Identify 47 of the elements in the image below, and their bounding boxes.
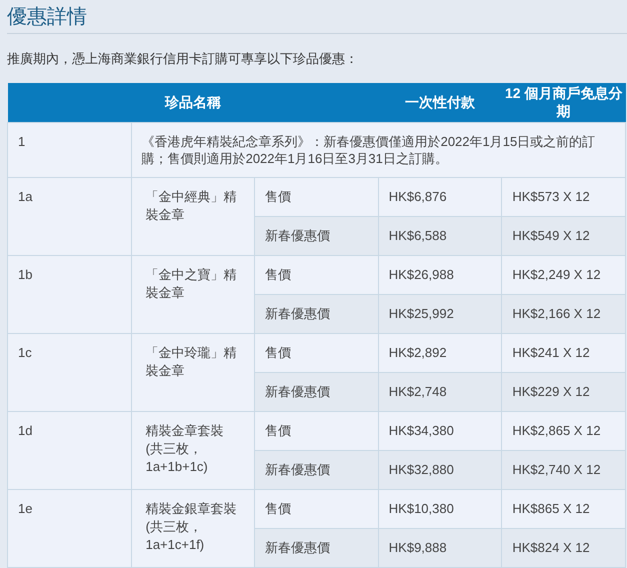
column-header: 一次性付款 <box>378 83 502 122</box>
section-title: 優惠詳情 <box>7 5 88 29</box>
intro-text: 推廣期內，憑上海商業銀行信用卡訂購可專享以下珍品優惠： <box>7 50 359 68</box>
table-cell: 1 <box>8 122 132 178</box>
table-cell: 1b <box>8 256 132 334</box>
table-cell: HK$2,166 X 12 <box>502 294 626 334</box>
table-cell: 售價 <box>254 334 378 372</box>
table-cell: HK$6,588 <box>378 216 502 256</box>
table-cell: 精裝金銀章套裝 (共三枚， 1a+1c+1f) <box>131 490 255 568</box>
table-cell: HK$26,988 <box>378 256 502 294</box>
table-cell: 1d <box>8 412 132 490</box>
table-cell: HK$2,249 X 12 <box>502 256 626 294</box>
table-cell: HK$865 X 12 <box>502 490 626 528</box>
table-cell: 新春優惠價 <box>254 372 378 412</box>
table-cell: HK$6,876 <box>378 178 502 216</box>
table-cell: 售價 <box>254 490 378 528</box>
table-cell: HK$549 X 12 <box>502 216 626 256</box>
table-cell: 新春優惠價 <box>254 294 378 334</box>
table-cell: 新春優惠價 <box>254 216 378 256</box>
table-cell: 售價 <box>254 256 378 294</box>
table-cell: 「金中經典」精裝金章 <box>131 178 255 256</box>
column-header: 珍品名稱 <box>8 83 378 122</box>
table-cell: 新春優惠價 <box>254 450 378 490</box>
table-cell: 新春優惠價 <box>254 528 378 568</box>
table-cell: HK$32,880 <box>378 450 502 490</box>
table-cell: 「金中之寶」精裝金章 <box>131 256 255 334</box>
table-cell: HK$573 X 12 <box>502 178 626 216</box>
table-cell: HK$2,748 <box>378 372 502 412</box>
column-header: 12 個月商戶免息分期 <box>502 83 626 122</box>
table-cell: 1a <box>8 178 132 256</box>
table-cell: 1c <box>8 334 132 412</box>
table-cell: HK$25,992 <box>378 294 502 334</box>
table-cell: HK$824 X 12 <box>502 528 626 568</box>
table-cell: HK$229 X 12 <box>502 372 626 412</box>
table-cell: HK$2,865 X 12 <box>502 412 626 450</box>
table-cell: 售價 <box>254 178 378 216</box>
table-cell: 售價 <box>254 412 378 450</box>
table-cell: 「金中玲瓏」精裝金章 <box>131 334 255 412</box>
table-cell: 《香港虎年精裝紀念章系列》：新春優惠價僅適用於2022年1月15日或之前的訂購；售價則適用於2022年1月16日至3月31日之訂購。 <box>131 122 626 178</box>
table-cell: HK$34,380 <box>378 412 502 450</box>
table-cell: 1e <box>8 490 132 568</box>
table-cell: HK$9,888 <box>378 528 502 568</box>
table-cell: HK$2,892 <box>378 334 502 372</box>
table-cell: HK$241 X 12 <box>502 334 626 372</box>
table-cell: HK$2,740 X 12 <box>502 450 626 490</box>
table-cell: HK$10,380 <box>378 490 502 528</box>
table-cell: 精裝金章套裝 (共三枚，1a+1b+1c) <box>131 412 255 490</box>
